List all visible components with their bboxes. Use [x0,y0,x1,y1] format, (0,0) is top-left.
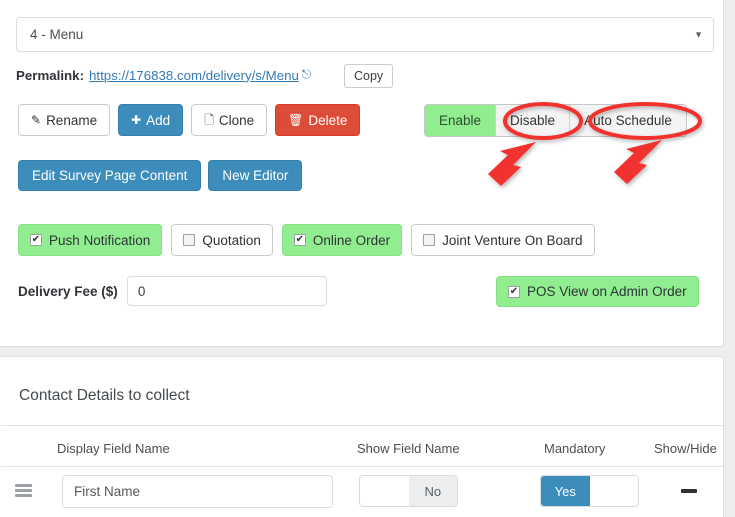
enable-button[interactable]: Enable [425,105,497,136]
menu-select-value: 4 - Menu [30,27,84,42]
column-header-display-field-name: Display Field Name [57,441,170,456]
delivery-fee-row: Delivery Fee ($) [18,276,327,306]
menu-select[interactable]: 4 - Menu ▼ [16,17,714,52]
checkbox-checked-icon: ✔ [293,234,306,246]
checkbox-unchecked-icon [423,234,436,246]
plus-icon: ✚ [131,113,142,127]
mandatory-toggle-yes[interactable]: Yes [541,476,590,506]
chevron-down-icon: ▼ [694,29,703,39]
display-field-name-input[interactable] [62,475,333,508]
clone-label: Clone [218,112,255,128]
copy-button[interactable]: Copy [344,64,394,88]
toggle-online-order-label: Online Order [312,232,391,248]
column-header-mandatory: Mandatory [544,441,606,456]
mandatory-toggle[interactable]: Yes No [540,475,639,507]
contact-details-title: Contact Details to collect [19,387,190,404]
toggle-quotation[interactable]: Quotation [171,224,273,256]
add-button[interactable]: ✚ Add [118,104,184,136]
toggle-joint-venture-on-board[interactable]: Joint Venture On Board [411,224,595,256]
checkbox-unchecked-icon [183,234,196,246]
table-row-divider [1,466,723,467]
edit-survey-page-content-button[interactable]: Edit Survey Page Content [18,160,202,191]
external-link-icon: ⎋ [301,67,312,81]
permalink-label: Permalink: [16,67,84,83]
toggle-pos-view-on-admin-order[interactable]: ✔ POS View on Admin Order [496,276,699,307]
show-field-name-toggle-no[interactable]: No [408,476,457,506]
toggle-pos-view-label: POS View on Admin Order [527,284,687,299]
action-button-row: ✎ Rename ✚ Add 🗋 Clone 🗑 Delete [18,104,361,136]
menu-select-wrapper[interactable]: 4 - Menu ▼ [16,17,714,52]
rename-label: Rename [46,112,98,128]
pencil-icon: ✎ [31,113,42,127]
copy-icon: 🗋 [204,113,214,127]
permalink-link[interactable]: https://176838.com/delivery/s/Menu [89,68,299,83]
add-label: Add [146,112,171,128]
page-root: 4 - Menu ▼ Permalink: https://176838.com… [0,0,735,517]
feature-toggle-row: ✔ Push Notification Quotation ✔ Online O… [18,224,595,256]
rename-button[interactable]: ✎ Rename [18,104,111,136]
disable-button[interactable]: Disable [496,105,571,136]
trash-icon: 🗑 [288,113,304,127]
delivery-fee-label: Delivery Fee ($) [18,283,118,299]
table-header-divider [1,425,723,426]
column-header-show-hide: Show/Hide [654,441,717,456]
delivery-fee-input[interactable] [126,276,327,306]
permalink-row: Permalink: https://176838.com/delivery/s… [16,64,311,86]
toggle-push-notification-label: Push Notification [49,232,151,248]
toggle-push-notification[interactable]: ✔ Push Notification [18,224,163,256]
column-header-show-field-name: Show Field Name [357,441,460,456]
delete-label: Delete [308,112,348,128]
show-field-name-toggle-yes[interactable]: Yes [360,476,409,506]
auto-schedule-button[interactable]: Auto Schedule [570,105,686,136]
show-field-name-toggle[interactable]: Yes No [359,475,458,507]
mandatory-toggle-no[interactable]: No [589,476,638,506]
checkbox-checked-icon: ✔ [30,234,42,246]
editor-button-row: Edit Survey Page Content New Editor [18,160,303,191]
toggle-online-order[interactable]: ✔ Online Order [281,224,403,256]
toggle-joint-venture-label: Joint Venture On Board [442,232,583,248]
checkbox-checked-icon: ✔ [508,285,520,298]
delete-button[interactable]: 🗑 Delete [275,104,361,136]
clone-button[interactable]: 🗋 Clone [191,104,268,136]
drag-handle-icon[interactable] [15,484,32,497]
minus-icon[interactable] [681,489,697,493]
toggle-quotation-label: Quotation [202,232,261,248]
publish-state-button-group: Enable Disable Auto Schedule [424,104,687,137]
new-editor-button[interactable]: New Editor [208,160,303,191]
